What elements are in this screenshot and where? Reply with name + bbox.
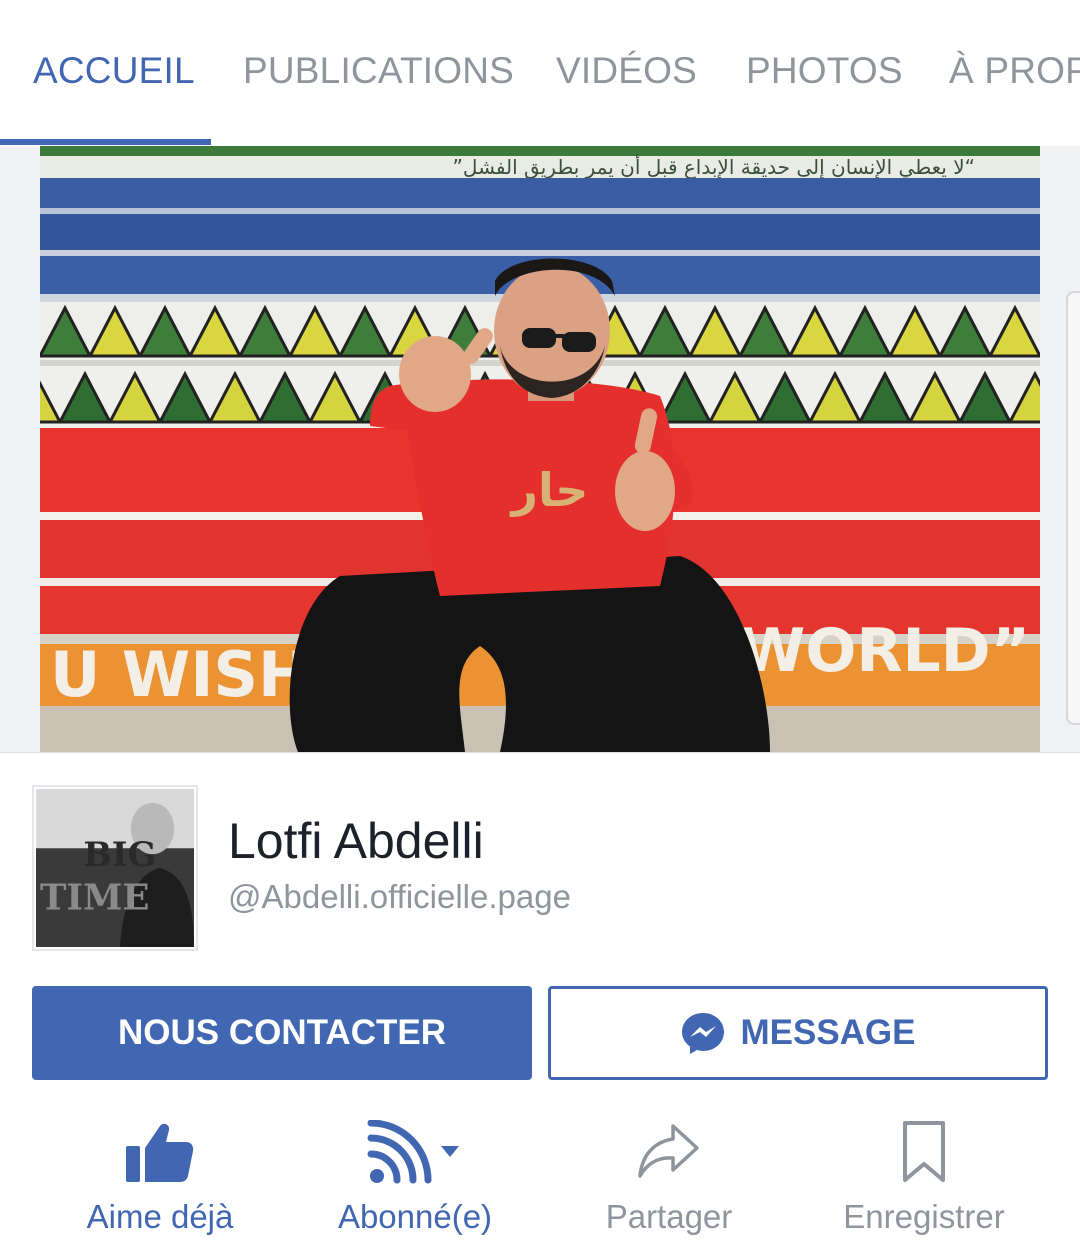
page-tab-bar: ACCUEIL PUBLICATIONS VIDÉOS PHOTOS À PRO… [0,0,1080,147]
page-username: @Abdelli.officielle.page [228,878,571,915]
message-button[interactable]: MESSAGE [548,986,1048,1080]
liked-label: Aime déjà [86,1198,234,1235]
tab-a-propos[interactable]: À PROPOS [949,50,1080,92]
thumbs-up-icon [126,1123,194,1182]
tab-accueil[interactable]: ACCUEIL [33,50,195,92]
cover-photo-container[interactable]: ”لا يعطي الإنسان إلى حديقة الإبداع قبل أ… [0,146,1080,753]
right-scroll-edge [1066,291,1080,725]
tab-photos[interactable]: PHOTOS [746,50,903,92]
message-label: MESSAGE [740,1013,916,1052]
shirt-print-text: حار [510,463,589,517]
save-label: Enregistrer [843,1198,1005,1235]
cover-photo[interactable]: ”لا يعطي الإنسان إلى حديقة الإبداع قبل أ… [40,146,1040,752]
following-label: Abonné(e) [337,1198,493,1235]
active-tab-indicator [0,139,211,145]
messenger-icon [682,1013,725,1054]
share-label: Partager [605,1198,733,1235]
share-button[interactable]: Partager [549,1112,789,1252]
following-button[interactable]: Abonné(e) [295,1112,535,1252]
avatar-image: BIG TIME [36,789,194,947]
banner-text-left: U WISH [50,638,310,711]
save-button[interactable]: Enregistrer [804,1112,1044,1252]
tab-publications[interactable]: PUBLICATIONS [243,50,514,92]
avatar-text-time: TIME [40,877,150,918]
tab-videos[interactable]: VIDÉOS [556,50,697,92]
contact-us-button[interactable]: NOUS CONTACTER [32,986,532,1080]
avatar-text-big: BIG [83,834,156,874]
page-name: Lotfi Abdelli [228,813,484,869]
chevron-down-icon [441,1146,459,1157]
bookmark-icon [903,1121,945,1182]
contact-us-label: NOUS CONTACTER [118,1013,446,1052]
page-avatar[interactable]: BIG TIME [32,785,198,951]
arabic-quote-text: ”لا يعطي الإنسان إلى حديقة الإبداع قبل أ… [453,154,975,180]
share-arrow-icon [638,1124,699,1178]
liked-button[interactable]: Aime déjà [40,1112,280,1252]
rss-follow-icon [367,1120,459,1184]
